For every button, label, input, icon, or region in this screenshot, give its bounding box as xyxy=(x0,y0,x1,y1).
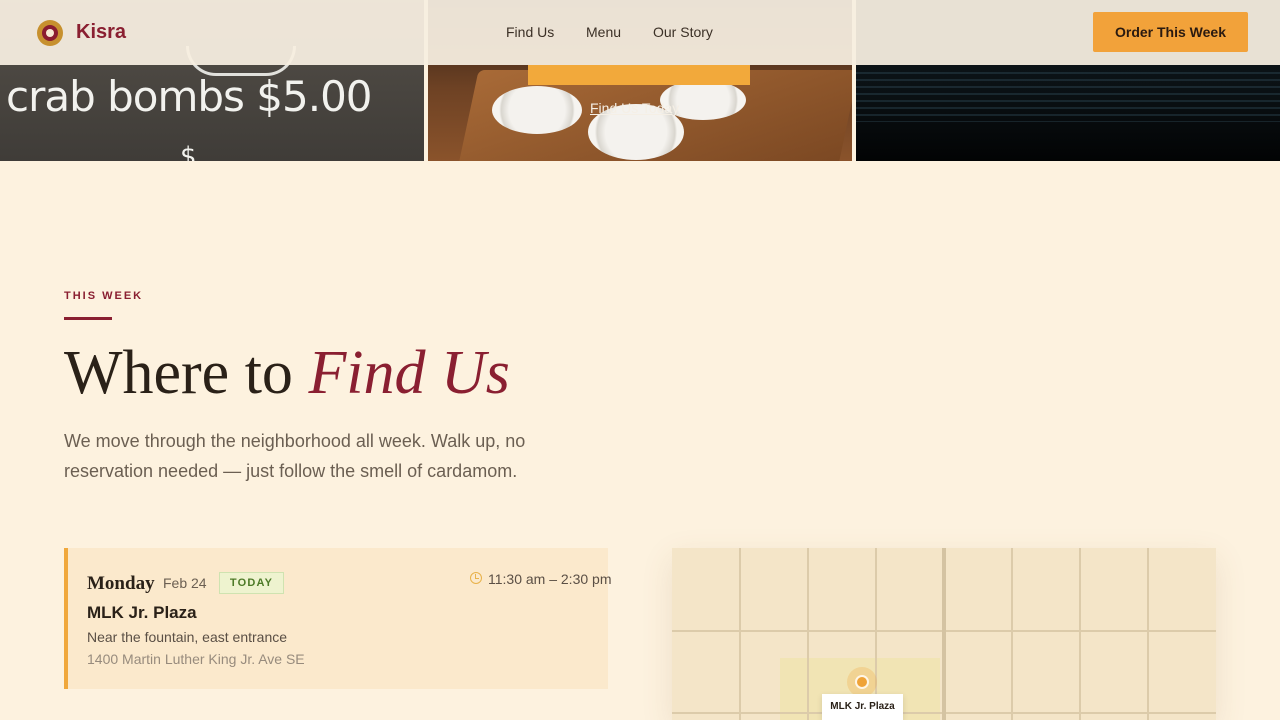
location-map[interactable]: MLK Jr. Plaza xyxy=(672,548,1216,720)
location-address: 1400 Martin Luther King Jr. Ave SE xyxy=(87,651,305,667)
map-pin-icon[interactable] xyxy=(855,675,869,689)
map-street xyxy=(1079,548,1081,720)
hero-orange-bar xyxy=(528,65,750,85)
brand-name[interactable]: Kisra xyxy=(76,21,126,44)
logo-icon[interactable] xyxy=(37,20,63,46)
nav-find-us[interactable]: Find Us xyxy=(506,24,554,40)
location-date: Feb 24 xyxy=(163,575,207,591)
chalkboard-text: crab bombs $5.00 xyxy=(6,72,373,121)
map-street xyxy=(807,548,809,720)
page-title: Where to Find Us xyxy=(64,338,510,409)
chalk-dollar-mark: $ xyxy=(180,142,197,161)
location-card[interactable]: Monday Feb 24 TODAY 11:30 am – 2:30 pm M… xyxy=(64,548,612,689)
map-street xyxy=(739,548,741,720)
site-header: Kisra Find Us Menu Our Story Order This … xyxy=(0,0,1280,65)
plate xyxy=(492,86,582,134)
section-description: We move through the neighborhood all wee… xyxy=(64,431,526,481)
water-ripples xyxy=(856,72,1280,122)
map-pin-label: MLK Jr. Plaza xyxy=(822,694,903,720)
map-street xyxy=(1147,548,1149,720)
nav-menu[interactable]: Menu xyxy=(586,24,621,40)
title-plain: Where to xyxy=(64,339,309,407)
title-accent: Find Us xyxy=(308,339,510,407)
map-main-road xyxy=(942,548,946,720)
today-badge: TODAY xyxy=(219,572,284,594)
location-hours: 11:30 am – 2:30 pm xyxy=(488,571,612,587)
order-this-week-button[interactable]: Order This Week xyxy=(1093,12,1248,52)
nav-our-story[interactable]: Our Story xyxy=(653,24,713,40)
find-us-today-link[interactable]: Find Us Today xyxy=(590,100,679,116)
location-day: Monday xyxy=(87,573,155,594)
location-name: MLK Jr. Plaza xyxy=(87,603,197,622)
section-eyebrow: THIS WEEK xyxy=(64,290,144,302)
clock-icon xyxy=(470,572,482,584)
location-note: Near the fountain, east entrance xyxy=(87,629,288,645)
map-street xyxy=(1011,548,1013,720)
eyebrow-divider xyxy=(64,317,112,320)
